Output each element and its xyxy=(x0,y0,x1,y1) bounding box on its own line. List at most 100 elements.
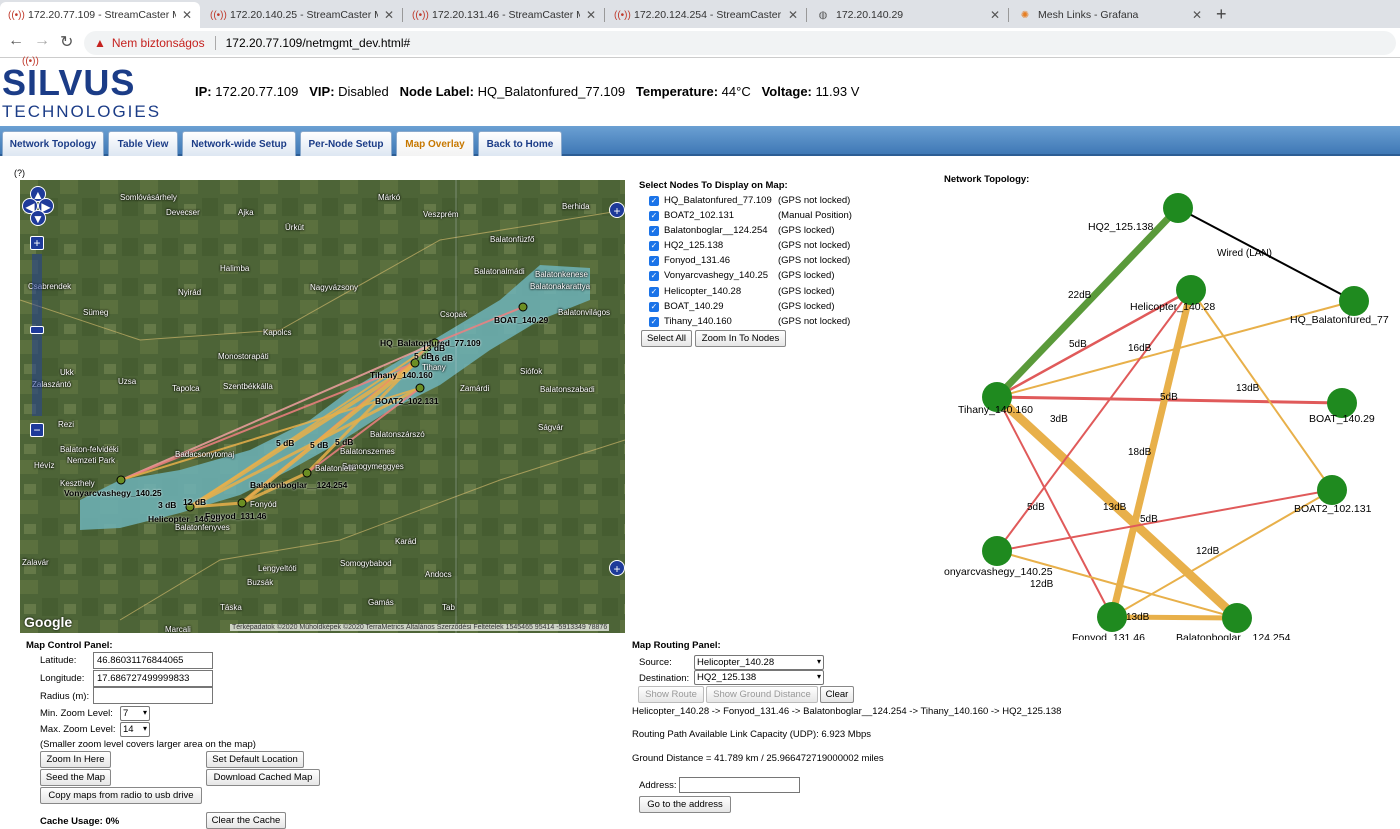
select-all-button[interactable]: Select All xyxy=(641,330,692,347)
node-select-row[interactable]: ✓ HQ_Balatonfured_77.109 (GPS not locked) xyxy=(639,195,919,210)
reload-icon[interactable]: ↻ xyxy=(60,32,73,52)
layer-plus-icon[interactable]: + xyxy=(609,560,625,576)
node-checkbox[interactable]: ✓ xyxy=(649,301,659,312)
node-checkbox[interactable]: ✓ xyxy=(649,271,659,282)
tab-network-topology[interactable]: Network Topology xyxy=(2,131,104,156)
tab-map-overlay[interactable]: Map Overlay xyxy=(396,131,474,156)
max-zoom-select[interactable]: 14 ▾ xyxy=(120,722,150,737)
forward-arrow-icon[interactable]: → xyxy=(34,32,50,50)
tab-per-node-setup[interactable]: Per-Node Setup xyxy=(300,131,392,156)
map-node-marker[interactable] xyxy=(518,302,528,312)
node-select-row[interactable]: ✓ Balatonboglar__124.254 (GPS locked) xyxy=(639,225,919,240)
layer-plus-icon[interactable]: + xyxy=(609,202,625,218)
close-icon[interactable]: ✕ xyxy=(990,8,1000,22)
node-name: HQ2_125.138 xyxy=(664,240,724,252)
node-checkbox[interactable]: ✓ xyxy=(649,211,659,222)
url-text[interactable]: 172.20.77.109/netmgmt_dev.html# xyxy=(226,36,411,50)
help-link[interactable]: (?) xyxy=(14,168,25,178)
map-node-marker[interactable] xyxy=(116,475,126,485)
map-node-marker[interactable] xyxy=(302,468,312,478)
close-icon[interactable]: ✕ xyxy=(182,8,192,22)
node-select-row[interactable]: ✓ HQ2_125.138 (GPS not locked) xyxy=(639,240,919,255)
browser-tab[interactable]: ✺ Mesh Links - Grafana ✕ xyxy=(1010,2,1210,28)
browser-tab[interactable]: ◍ 172.20.140.29 ✕ xyxy=(808,2,1008,28)
security-label[interactable]: Nem biztonságos xyxy=(112,36,205,50)
node-checkbox[interactable]: ✓ xyxy=(649,241,659,252)
pan-down-icon[interactable]: ▼ xyxy=(30,210,46,226)
topology-node[interactable] xyxy=(982,536,1012,566)
topology-node[interactable] xyxy=(1222,603,1252,633)
zoom-in-to-nodes-button[interactable]: Zoom In To Nodes xyxy=(695,330,786,347)
node-select-row[interactable]: ✓ BOAT2_102.131 (Manual Position) xyxy=(639,210,919,225)
close-icon[interactable]: ✕ xyxy=(384,8,394,22)
address-bar[interactable]: ▲ Nem biztonságos 172.20.77.109/netmgmt_… xyxy=(84,31,1396,55)
show-ground-distance-button[interactable]: Show Ground Distance xyxy=(706,686,818,703)
node-select-row[interactable]: ✓ Helicopter_140.28 (GPS locked) xyxy=(639,286,919,301)
zoom-slider-handle[interactable] xyxy=(30,326,44,334)
browser-tab[interactable]: ((•)) 172.20.131.46 - StreamCaster MI ✕ xyxy=(404,2,604,28)
address-input[interactable] xyxy=(679,777,800,793)
map-place-label: Szentbékkálla xyxy=(223,382,273,391)
map-place-label: Balatonlelle xyxy=(315,464,357,473)
new-tab-button[interactable]: + xyxy=(1216,4,1227,25)
show-route-button[interactable]: Show Route xyxy=(638,686,704,703)
map-place-label: Balatonkenese xyxy=(535,270,588,279)
topology-link[interactable] xyxy=(996,489,1333,552)
close-icon[interactable]: ✕ xyxy=(1192,8,1202,22)
zoom-in-here-button[interactable]: Zoom In Here xyxy=(40,751,111,768)
node-checkbox[interactable]: ✓ xyxy=(649,196,659,206)
copy-maps-button[interactable]: Copy maps from radio to usb drive xyxy=(40,787,202,804)
node-checkbox[interactable]: ✓ xyxy=(649,226,659,237)
zoom-out-button[interactable]: − xyxy=(30,423,44,437)
longitude-input[interactable]: 17.686727499999833 xyxy=(93,670,213,687)
map-place-label: Ságvár xyxy=(538,423,564,432)
satellite-map[interactable]: Somlóvásárhely Devecser Ajka Márkó Veszprém B… xyxy=(20,180,625,633)
node-checkbox[interactable]: ✓ xyxy=(649,316,659,327)
map-place-label: Halimba xyxy=(220,264,250,273)
zoom-in-button[interactable]: + xyxy=(30,236,44,250)
node-select-row[interactable]: ✓ BOAT_140.29 (GPS locked) xyxy=(639,301,919,316)
map-place-label: Balatonszabadi xyxy=(540,385,595,394)
back-arrow-icon[interactable]: ← xyxy=(8,32,24,50)
tab-back-to-home[interactable]: Back to Home xyxy=(478,131,562,156)
node-select-row[interactable]: ✓ Fonyod_131.46 (GPS not locked) xyxy=(639,255,919,270)
map-node-marker[interactable] xyxy=(415,383,425,393)
clear-cache-button[interactable]: Clear the Cache xyxy=(206,812,286,829)
radius-input[interactable] xyxy=(93,687,213,704)
tab-network-wide-setup[interactable]: Network-wide Setup xyxy=(182,131,296,156)
download-cached-map-button[interactable]: Download Cached Map xyxy=(206,769,320,786)
map-control-panel: Map Control Panel: Latitude: 46.86031176… xyxy=(20,640,620,829)
min-zoom-select[interactable]: 7 ▾ xyxy=(120,706,150,721)
node-select-row[interactable]: ✓ Tihany_140.160 (GPS not locked) xyxy=(639,316,919,331)
seed-map-button[interactable]: Seed the Map xyxy=(40,769,111,786)
topology-node[interactable] xyxy=(1339,286,1369,316)
map-node-marker[interactable] xyxy=(237,498,247,508)
source-select[interactable]: Helicopter_140.28 ▾ xyxy=(694,655,824,670)
latitude-input[interactable]: 46.86031176844065 xyxy=(93,652,213,669)
close-icon[interactable]: ✕ xyxy=(586,8,596,22)
clear-route-button[interactable]: Clear xyxy=(820,686,854,703)
map-graphics xyxy=(20,180,625,633)
browser-tab[interactable]: ((•)) 172.20.124.254 - StreamCaster MI ✕ xyxy=(606,2,806,28)
topology-node[interactable] xyxy=(1163,193,1193,223)
browser-toolbar: ← → ↻ ▲ Nem biztonságos 172.20.77.109/ne… xyxy=(0,28,1400,58)
topology-node[interactable] xyxy=(1317,475,1347,505)
map-link-label: 3 dB xyxy=(158,500,177,510)
destination-select[interactable]: HQ2_125.138 ▾ xyxy=(694,670,824,685)
map-link-label: 5 dB xyxy=(310,440,329,450)
browser-tab[interactable]: ((•)) 172.20.140.25 - StreamCaster MI ✕ xyxy=(202,2,402,28)
node-checkbox[interactable]: ✓ xyxy=(649,286,659,297)
close-icon[interactable]: ✕ xyxy=(788,8,798,22)
node-checkbox[interactable]: ✓ xyxy=(649,256,659,267)
tab-title: Mesh Links - Grafana xyxy=(1038,9,1139,21)
map-place-label: Somlóvásárhely xyxy=(120,193,177,202)
node-select-row[interactable]: ✓ Vonyarcvashegy_140.25 (GPS locked) xyxy=(639,270,919,285)
zoom-slider[interactable] xyxy=(32,254,42,416)
topology-node[interactable] xyxy=(1097,602,1127,632)
map-place-label: Nemzeti Park xyxy=(67,456,116,465)
topology-link[interactable] xyxy=(996,396,1113,618)
go-to-address-button[interactable]: Go to the address xyxy=(639,796,731,813)
tab-table-view[interactable]: Table View xyxy=(108,131,178,156)
set-default-location-button[interactable]: Set Default Location xyxy=(206,751,304,768)
browser-tab[interactable]: ((•)) 172.20.77.109 - StreamCaster MI ✕ xyxy=(0,2,200,28)
